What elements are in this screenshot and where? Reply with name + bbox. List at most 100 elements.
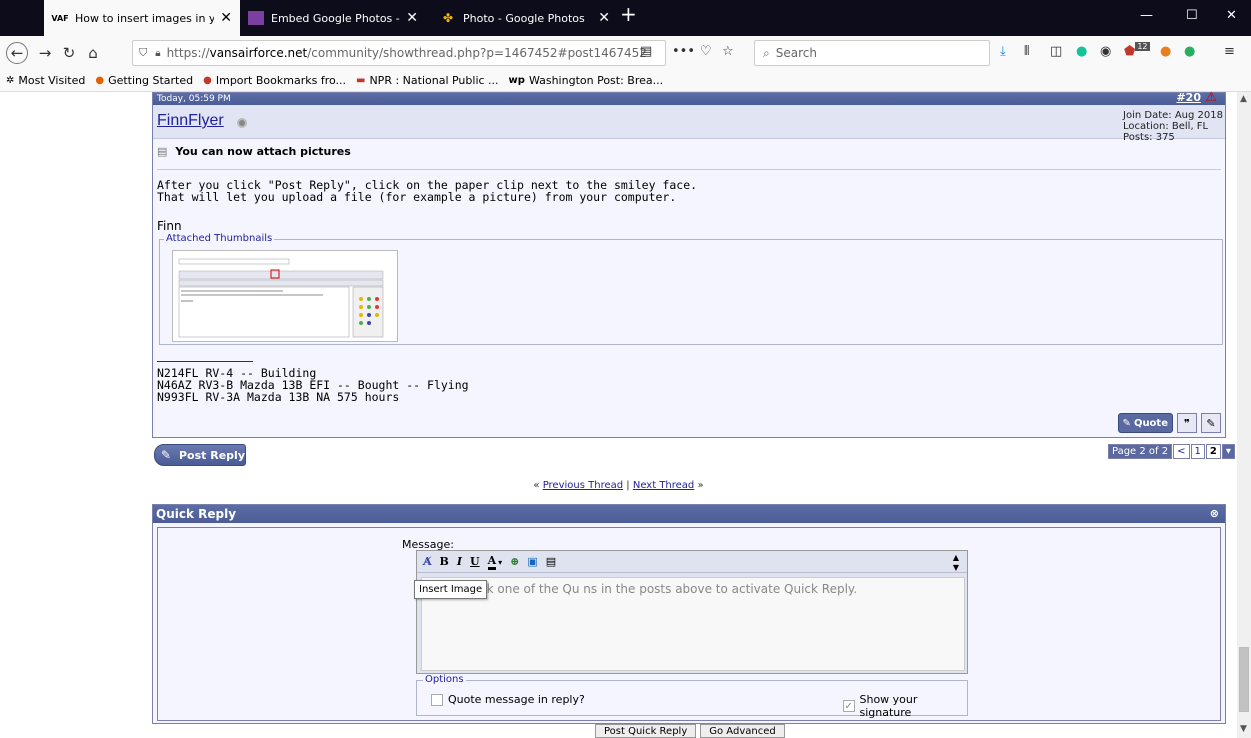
scrollbar-thumb[interactable] bbox=[1239, 647, 1249, 712]
post-quick-reply-button[interactable]: Post Quick Reply bbox=[595, 724, 697, 738]
thread-navigation: « Previous Thread | Next Thread » bbox=[0, 480, 1237, 491]
url-path: /community/showthread.php?p=1467452#post… bbox=[307, 46, 647, 60]
reader-view-icon[interactable]: ▤ bbox=[640, 44, 652, 59]
bookmark-npr[interactable]: ▬ NPR : National Public ... bbox=[356, 74, 499, 87]
insert-link-icon[interactable]: ⊕ bbox=[510, 555, 519, 568]
quote-checkbox[interactable] bbox=[431, 693, 443, 706]
go-advanced-button[interactable]: Go Advanced bbox=[700, 724, 785, 738]
offline-status-icon bbox=[237, 118, 247, 128]
quick-reply-buttons: Post Quick Reply Go Advanced bbox=[595, 724, 785, 738]
editor-toolbar: A̸ B I U A ▾ ⊕ ▣ ▤ ▲ ▼ bbox=[417, 551, 967, 573]
forum-post: Today, 05:59 PM #20 ⚠ FinnFlyer Join Dat… bbox=[152, 92, 1226, 438]
page-actions-icon[interactable]: ••• bbox=[672, 44, 695, 59]
attachment-thumbnail[interactable] bbox=[172, 250, 398, 342]
pocket-icon[interactable]: ♡ bbox=[700, 44, 712, 59]
extension-icon[interactable]: ◉ bbox=[1100, 44, 1111, 59]
message-textarea[interactable]: Please click one of the Qu ns in the pos… bbox=[421, 577, 965, 671]
font-color-icon[interactable]: A bbox=[487, 554, 497, 570]
page-content: Today, 05:59 PM #20 ⚠ FinnFlyer Join Dat… bbox=[0, 92, 1237, 738]
bookmark-label: Getting Started bbox=[108, 74, 194, 87]
menu-hamburger-icon[interactable]: ≡ bbox=[1224, 44, 1235, 59]
tab-embed-google-photos[interactable]: Embed Google Photos - Add In ✕ bbox=[240, 0, 426, 36]
page-1-link[interactable]: 1 bbox=[1190, 444, 1205, 459]
bookmark-import[interactable]: ● Import Bookmarks fro... bbox=[203, 74, 346, 87]
close-window-icon[interactable]: ✕ bbox=[1226, 8, 1237, 23]
bookmark-getting-started[interactable]: ● Getting Started bbox=[95, 74, 193, 87]
signature-option-label: Show your signature bbox=[859, 693, 918, 719]
library-icon[interactable]: ⫴ bbox=[1024, 44, 1029, 59]
cookie-extension-icon[interactable]: ● bbox=[1160, 44, 1171, 59]
report-post-icon[interactable]: ⚠ bbox=[1205, 92, 1217, 105]
insert-image-icon[interactable]: ▣ bbox=[527, 555, 537, 568]
close-tab-icon[interactable]: ✕ bbox=[406, 10, 418, 26]
scroll-down-icon[interactable]: ▼ bbox=[1240, 724, 1247, 734]
close-tab-icon[interactable]: ✕ bbox=[598, 10, 610, 26]
signature-line: N993FL RV-3A Mazda 13B NA 575 hours bbox=[157, 390, 400, 404]
next-thread-link[interactable]: Next Thread bbox=[633, 480, 694, 491]
b-plus-extension-icon[interactable]: ● bbox=[1184, 44, 1195, 59]
bookmark-most-visited[interactable]: ✲ Most Visited bbox=[6, 74, 85, 87]
tab-vansairforce[interactable]: VAF How to insert images in your p ✕ bbox=[44, 0, 240, 36]
signature-checkbox[interactable]: ✓ bbox=[843, 700, 855, 712]
bookmark-washington-post[interactable]: wp Washington Post: Brea... bbox=[509, 74, 664, 87]
bookmark-star-icon[interactable]: ☆ bbox=[722, 44, 734, 59]
post-action-buttons: ✎ Quote ❞ ✎ bbox=[1117, 413, 1221, 433]
navigation-toolbar: ← → ↻ ⌂ ⛉ 🔒︎ https://vansairforce.net/co… bbox=[0, 36, 1251, 70]
tracking-shield-icon[interactable]: ⛉ bbox=[139, 46, 147, 60]
bold-icon[interactable]: B bbox=[440, 555, 449, 568]
minimize-icon[interactable]: — bbox=[1140, 8, 1153, 23]
collapse-icon[interactable]: ⊗ bbox=[1210, 507, 1219, 520]
post-body: After you click "Post Reply", click on t… bbox=[157, 179, 697, 203]
username-link[interactable]: FinnFlyer bbox=[157, 112, 224, 130]
quote-button[interactable]: ✎ Quote bbox=[1117, 413, 1173, 433]
vertical-scrollbar[interactable]: ▲ ▼ bbox=[1237, 92, 1251, 738]
italic-icon[interactable]: I bbox=[457, 555, 462, 568]
ublock-icon[interactable]: ⬟ 12 bbox=[1124, 42, 1150, 59]
search-input[interactable]: ⌕ Search bbox=[754, 40, 990, 66]
close-tab-icon[interactable]: ✕ bbox=[220, 10, 232, 26]
divider bbox=[157, 169, 1221, 170]
previous-thread-link[interactable]: Previous Thread bbox=[543, 480, 623, 491]
attached-thumbnails: Attached Thumbnails bbox=[159, 233, 1223, 345]
tab-google-photos[interactable]: ✤ Photo - Google Photos ✕ bbox=[432, 0, 618, 36]
signature: N214FL RV-4 -- Building N46AZ RV3-B Mazd… bbox=[157, 367, 469, 403]
resize-editor-icon[interactable]: ▲ ▼ bbox=[953, 552, 959, 572]
sidebar-icon[interactable]: ◫ bbox=[1050, 44, 1062, 59]
signature-divider bbox=[157, 361, 253, 362]
downloads-icon[interactable]: ⤓ bbox=[1000, 44, 1006, 59]
quote-message-option[interactable]: Quote message in reply? bbox=[431, 693, 585, 706]
underline-icon[interactable]: U bbox=[470, 555, 480, 568]
search-icon: ⌕ bbox=[763, 45, 770, 60]
wrap-quote-icon[interactable]: ▤ bbox=[546, 555, 556, 568]
pencil-icon: ✎ bbox=[1122, 417, 1131, 429]
firefox-icon: ● bbox=[95, 75, 105, 86]
post-number-link[interactable]: #20 bbox=[1176, 92, 1201, 104]
remove-format-icon[interactable]: A̸ bbox=[423, 555, 432, 568]
address-bar[interactable]: ⛉ 🔒︎ https://vansairforce.net/community/… bbox=[132, 40, 666, 66]
back-arrow-icon[interactable]: ← bbox=[6, 42, 28, 64]
quick-reply-button[interactable]: ✎ bbox=[1201, 413, 1221, 433]
post-reply-button[interactable]: ✎ Post Reply bbox=[154, 444, 246, 466]
bookmark-label: NPR : National Public ... bbox=[369, 74, 499, 87]
page-label[interactable]: Page 2 of 2 bbox=[1108, 444, 1173, 459]
separator: | bbox=[626, 480, 630, 491]
reload-icon[interactable]: ↻ bbox=[58, 42, 80, 64]
home-icon[interactable]: ⌂ bbox=[82, 42, 104, 64]
multi-quote-button[interactable]: ❞ bbox=[1177, 413, 1197, 433]
grammarly-icon[interactable]: ● bbox=[1076, 44, 1087, 59]
show-signature-option[interactable]: ✓ Show your signature bbox=[843, 693, 967, 719]
document-icon: ▤ bbox=[157, 145, 168, 158]
prev-page-link[interactable]: < bbox=[1173, 444, 1190, 459]
forward-arrow-icon[interactable]: → bbox=[34, 42, 56, 64]
chevron-down-icon[interactable]: ▾ bbox=[498, 557, 502, 567]
post-body-line: That will let you upload a file (for exa… bbox=[157, 190, 677, 204]
quote-label: Quote bbox=[1133, 417, 1168, 429]
page-navigation: Page 2 of 2 < 1 2 ▾ bbox=[1108, 444, 1235, 459]
maximize-icon[interactable]: ☐ bbox=[1186, 8, 1198, 23]
new-tab-plus-icon[interactable]: + bbox=[620, 2, 637, 26]
page-2-current: 2 bbox=[1205, 444, 1221, 459]
scroll-up-icon[interactable]: ▲ bbox=[1240, 94, 1247, 104]
post-count: Posts: 375 bbox=[1123, 132, 1175, 143]
page-dropdown-icon[interactable]: ▾ bbox=[1221, 444, 1235, 459]
quote-option-label: Quote message in reply? bbox=[448, 693, 585, 706]
